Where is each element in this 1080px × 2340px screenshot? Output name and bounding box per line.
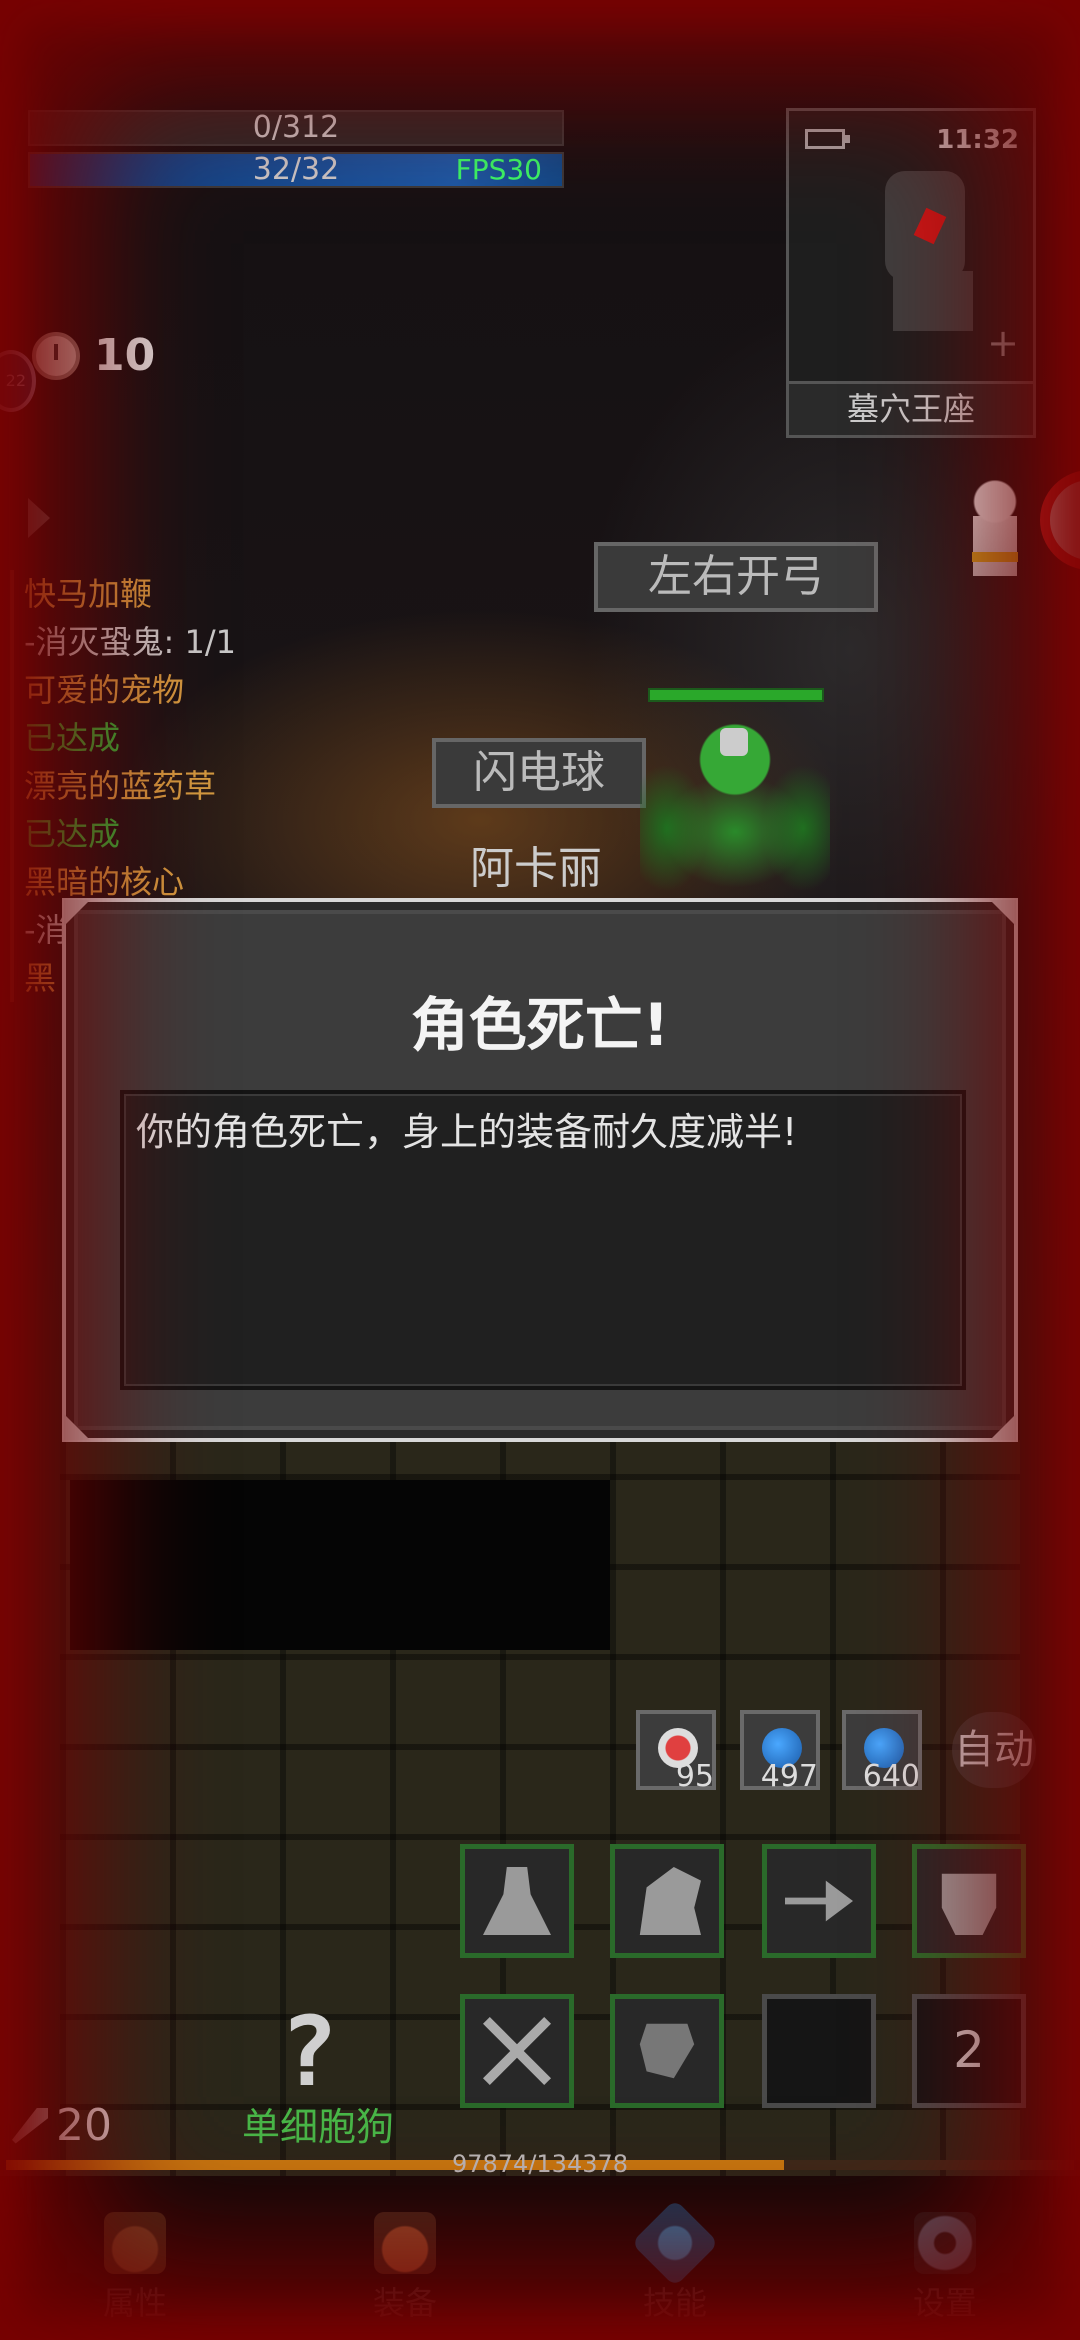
- skill-slot-swords[interactable]: [460, 1994, 574, 2108]
- experience-text: 97874/134378: [451, 2150, 629, 2178]
- item-count: 640: [862, 1759, 920, 1794]
- pet-unknown-icon[interactable]: ?: [280, 1996, 338, 2108]
- dialog-corner: [64, 900, 90, 926]
- skill-shout-label-2: 闪电球: [432, 738, 646, 808]
- fist-icon: [941, 1873, 997, 1935]
- clock-icon: [32, 331, 80, 380]
- item-count: 497: [760, 1759, 818, 1794]
- consumable-slot-blue-gem[interactable]: 497: [740, 1710, 820, 1794]
- skill-page-number: 2: [953, 2021, 985, 2079]
- clock-text: 11:32: [936, 125, 1019, 155]
- mana-text: 32/32: [252, 152, 340, 187]
- death-dialog[interactable]: 角色死亡! 你的角色死亡，身上的装备耐久度减半!: [62, 898, 1018, 1442]
- dialog-corner: [64, 1414, 90, 1440]
- skill-slot-hood[interactable]: [460, 1844, 574, 1958]
- dialog-message: 你的角色死亡，身上的装备耐久度减半!: [120, 1090, 966, 1390]
- buff-timer: 10: [32, 330, 155, 381]
- skill-page-switch[interactable]: 2: [912, 1994, 1026, 2108]
- nav-tab-equipment[interactable]: 装备: [270, 2176, 540, 2340]
- location-name: 墓穴王座: [789, 381, 1033, 435]
- npc-name-label: 阿卡丽: [470, 843, 602, 894]
- whirlwind-icon: [639, 2023, 695, 2079]
- consumable-slot-red-potion[interactable]: 95: [636, 1710, 716, 1794]
- enemy-health-bar: [648, 688, 824, 702]
- timer-value: 10: [94, 330, 156, 381]
- skill-slot-wolf[interactable]: [610, 1844, 724, 1958]
- attack-stat: 20: [12, 2100, 112, 2151]
- sword-icon: [12, 2107, 48, 2144]
- minimap[interactable]: 11:32 + 墓穴王座: [786, 108, 1036, 438]
- quest-status: 已达成: [24, 815, 121, 853]
- skull-icon: [720, 728, 748, 756]
- quest-title: 快马加鞭: [24, 575, 153, 613]
- skill-slot-arrow[interactable]: [762, 1844, 876, 1958]
- battery-icon: [805, 129, 850, 149]
- quest-collapse-icon[interactable]: [28, 498, 50, 538]
- skill-shout-label: 左右开弓: [594, 542, 878, 612]
- dialog-title: 角色死亡!: [410, 991, 670, 1059]
- expand-map-icon[interactable]: +: [987, 321, 1019, 365]
- health-text: 0/312: [252, 110, 340, 145]
- skill-slot-whirl[interactable]: [610, 1994, 724, 2108]
- health-bar: 0/312: [28, 110, 564, 146]
- skill-slot-fist[interactable]: [912, 1844, 1026, 1958]
- fps-counter: FPS30: [455, 153, 542, 186]
- consumable-slot-blue-gem-2[interactable]: 640: [842, 1710, 922, 1794]
- skill-crystal-icon: [631, 2199, 719, 2287]
- hooded-figure-icon: [483, 1867, 551, 1935]
- pet-name: 单细胞狗: [242, 2105, 395, 2149]
- attack-value: 20: [56, 2100, 112, 2151]
- nav-label: 装备: [372, 2284, 437, 2322]
- skeleton-knight-enemy[interactable]: [960, 480, 1030, 600]
- dialog-corner: [990, 1414, 1016, 1440]
- wolf-icon: [639, 1867, 701, 1935]
- skill-slot-empty[interactable]: [762, 1994, 876, 2108]
- quest-title: 漂亮的蓝药草: [24, 767, 217, 805]
- quest-title: 可爱的宠物: [24, 671, 185, 709]
- minimap-room-2: [893, 271, 973, 331]
- multi-arrow-icon: [785, 1880, 853, 1922]
- bag-icon: [374, 2212, 436, 2274]
- dialog-corner: [990, 900, 1016, 926]
- quest-status: 已达成: [24, 719, 121, 757]
- gear-icon: [914, 2212, 976, 2274]
- helmet-icon: [104, 2212, 166, 2274]
- auto-battle-button[interactable]: 自动: [952, 1712, 1036, 1788]
- nav-label: 设置: [912, 2284, 977, 2322]
- bottom-nav: 属性 装备 技能 设置: [0, 2176, 1080, 2340]
- mana-bar: 32/32 FPS30: [28, 152, 564, 188]
- boss-portrait-icon: [1040, 470, 1080, 570]
- nav-tab-skills[interactable]: 技能: [540, 2176, 810, 2340]
- nav-tab-settings[interactable]: 设置: [810, 2176, 1080, 2340]
- nav-label: 属性: [102, 2284, 167, 2322]
- quest-status: -消灭蛩鬼: 1/1: [24, 623, 237, 661]
- nav-tab-attributes[interactable]: 属性: [0, 2176, 270, 2340]
- dark-pit: [70, 1480, 610, 1650]
- nav-label: 技能: [642, 2284, 707, 2322]
- item-count: 95: [675, 1759, 714, 1794]
